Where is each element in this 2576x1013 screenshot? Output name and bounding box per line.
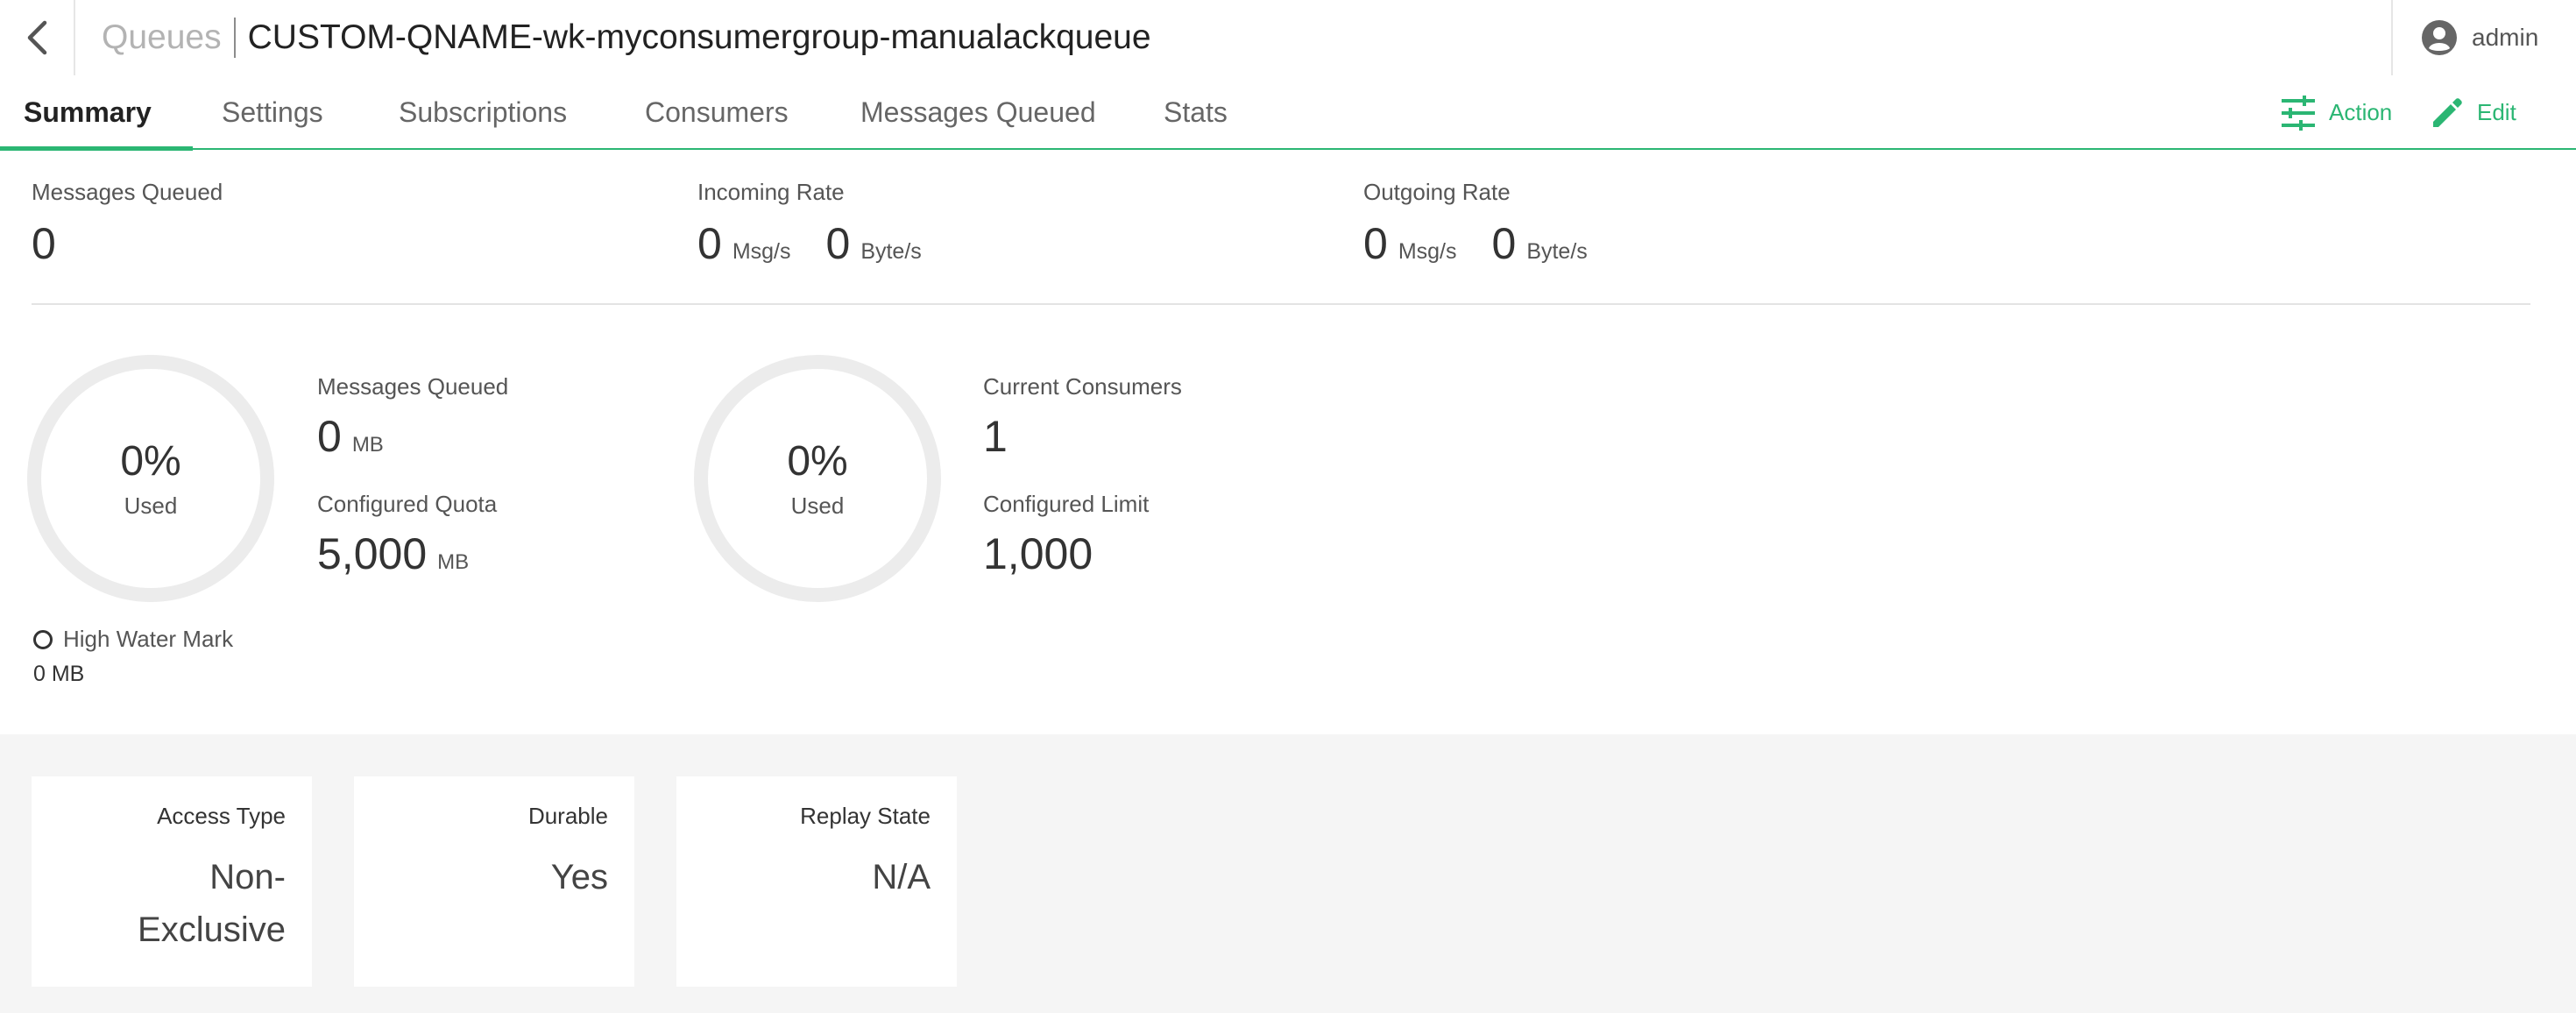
- metric-outgoing-rate: Outgoing Rate 0 Msg/s 0 Byte/s: [1363, 179, 1623, 269]
- tab-consumers[interactable]: Consumers: [645, 75, 789, 150]
- card-label: Durable: [527, 803, 608, 829]
- card-access-type: Access Type Non- Exclusive: [32, 776, 312, 987]
- chevron-left-icon: [27, 20, 47, 55]
- hwm-label: High Water Mark: [63, 626, 234, 652]
- stat-number: 0: [317, 412, 342, 461]
- edit-button[interactable]: Edit: [2430, 75, 2516, 150]
- breadcrumb-separator: [233, 18, 236, 58]
- tab-messages-queued[interactable]: Messages Queued: [860, 75, 1096, 150]
- circle-icon: [33, 629, 53, 649]
- gauge-label: Used: [790, 492, 845, 519]
- user-menu[interactable]: admin: [2391, 0, 2576, 75]
- metric-msg-value: 0: [1363, 219, 1388, 268]
- stat-messages-queued: Messages Queued 0 MB: [317, 373, 508, 462]
- stat-number: 5,000: [317, 529, 428, 578]
- stat-unit: MB: [437, 550, 470, 574]
- stat-label: Current Consumers: [983, 373, 1182, 400]
- stat-number: 1: [983, 412, 1008, 461]
- divider: [32, 303, 2530, 305]
- card-label: Access Type: [157, 803, 286, 829]
- tab-bar: Summary Settings Subscriptions Consumers…: [0, 75, 2576, 151]
- tab-label: Summary: [24, 96, 152, 128]
- card-value: N/A: [872, 858, 931, 896]
- metric-byte-unit: Byte/s: [1526, 239, 1588, 264]
- metric-byte-value: 0: [825, 219, 851, 268]
- metric-msg-unit: Msg/s: [732, 239, 791, 264]
- tab-subscriptions[interactable]: Subscriptions: [399, 75, 567, 150]
- metric-values: 0 Msg/s 0 Byte/s: [697, 218, 957, 269]
- properties-panel: Access Type Non- Exclusive Durable Yes Re…: [0, 734, 2576, 1013]
- stat-label: Configured Limit: [983, 491, 1150, 517]
- storage-usage-gauge: 0% Used: [27, 355, 274, 602]
- card-replay-state: Replay State N/A: [676, 776, 957, 987]
- metric-value: 0: [32, 219, 56, 268]
- metric-values: 0 Msg/s 0 Byte/s: [1363, 218, 1623, 269]
- top-bar: Queues CUSTOM-QNAME-wk-myconsumergroup-m…: [0, 0, 2576, 75]
- stat-label: Configured Quota: [317, 491, 498, 517]
- hwm-value: 0 MB: [33, 662, 85, 686]
- metric-label: Messages Queued: [32, 179, 223, 205]
- sliders-icon: [2282, 95, 2315, 131]
- tab-label: Consumers: [645, 96, 789, 128]
- card-durable: Durable Yes: [354, 776, 634, 987]
- back-button[interactable]: [0, 0, 75, 75]
- metric-byte-unit: Byte/s: [860, 239, 922, 264]
- metric-label: Outgoing Rate: [1363, 179, 1511, 205]
- metric-byte-value: 0: [1491, 219, 1517, 268]
- stat-label: Messages Queued: [317, 373, 509, 400]
- active-tab-indicator: [0, 146, 193, 151]
- stat-value: 1: [983, 411, 1182, 462]
- stat-value: 1,000: [983, 528, 1149, 579]
- tab-stats[interactable]: Stats: [1164, 75, 1228, 150]
- stat-number: 1,000: [983, 529, 1093, 578]
- metric-msg-unit: Msg/s: [1398, 239, 1457, 264]
- pencil-icon: [2433, 97, 2462, 127]
- stat-configured-limit: Configured Limit 1,000: [983, 491, 1149, 579]
- title-area: Queues CUSTOM-QNAME-wk-myconsumergroup-m…: [102, 0, 1151, 75]
- stat-value: 0 MB: [317, 411, 508, 462]
- edit-label: Edit: [2477, 99, 2516, 125]
- card-value: Non- Exclusive: [138, 858, 286, 949]
- metric-label: Incoming Rate: [697, 179, 845, 205]
- metric-msg-value: 0: [697, 219, 722, 268]
- metric-values: 0: [32, 218, 223, 269]
- tab-label: Settings: [222, 96, 323, 128]
- metric-messages-queued: Messages Queued 0: [32, 179, 223, 269]
- gauge-percent: 0%: [120, 438, 181, 485]
- tab-label: Subscriptions: [399, 96, 568, 128]
- user-circle-icon: [2422, 20, 2457, 55]
- action-label: Action: [2329, 99, 2393, 125]
- gauge-label: Used: [124, 492, 178, 519]
- stat-unit: MB: [351, 433, 384, 457]
- action-button[interactable]: Action: [2280, 75, 2392, 150]
- stat-current-consumers: Current Consumers 1: [983, 373, 1182, 462]
- stat-configured-quota: Configured Quota 5,000 MB: [317, 491, 497, 579]
- card-label: Replay State: [800, 803, 931, 829]
- gauge-percent: 0%: [787, 438, 848, 485]
- tab-summary[interactable]: Summary: [24, 75, 152, 150]
- tab-label: Stats: [1164, 96, 1228, 128]
- high-water-mark: High Water Mark: [33, 626, 233, 653]
- tab-label: Messages Queued: [860, 96, 1096, 128]
- metric-incoming-rate: Incoming Rate 0 Msg/s 0 Byte/s: [697, 179, 957, 269]
- card-value: Yes: [550, 858, 608, 896]
- breadcrumb-queues[interactable]: Queues: [102, 18, 222, 57]
- consumer-usage-gauge: 0% Used: [694, 355, 941, 602]
- stat-value: 5,000 MB: [317, 528, 497, 579]
- page-title: CUSTOM-QNAME-wk-myconsumergroup-manualac…: [247, 18, 1151, 56]
- user-name: admin: [2472, 24, 2539, 51]
- tab-settings[interactable]: Settings: [222, 75, 323, 150]
